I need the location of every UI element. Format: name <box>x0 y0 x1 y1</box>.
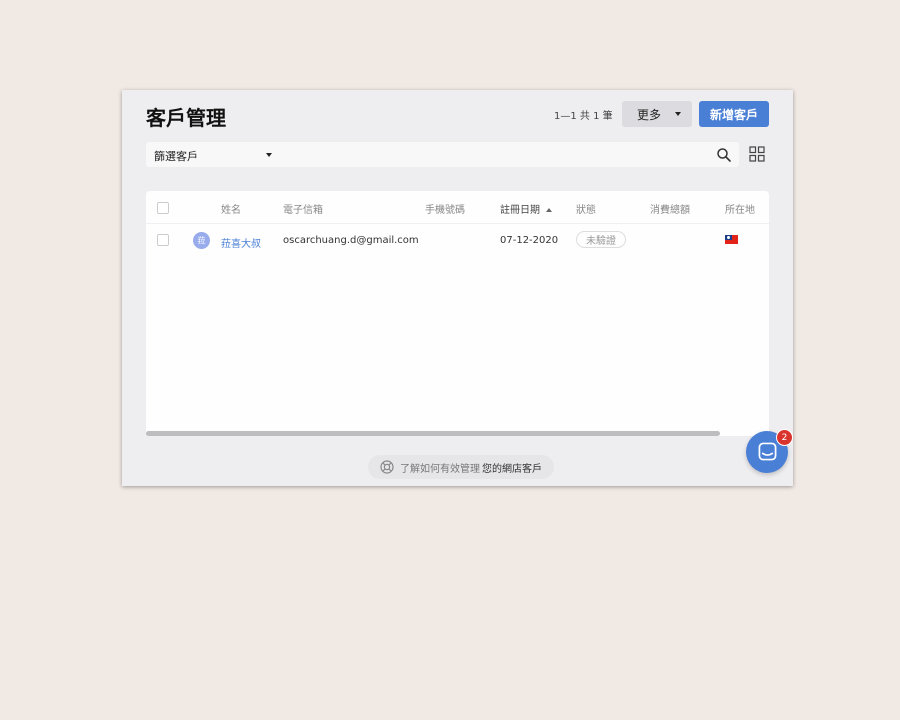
chat-icon <box>758 442 777 461</box>
customer-registered-date: 07-12-2020 <box>500 235 559 246</box>
avatar: 菈 <box>193 232 210 249</box>
customer-table: 姓名 電子信箱 手機號碼 註冊日期 狀態 消費總額 所在地 菈 菈喜大叔 osc… <box>146 191 769 436</box>
more-button-label: 更多 <box>636 107 661 122</box>
more-button[interactable]: 更多 <box>622 101 692 127</box>
row-checkbox[interactable] <box>157 234 169 246</box>
help-banner[interactable]: 了解如何有效管理 您的網店客戶 <box>368 455 554 479</box>
customer-email: oscarchuang.d@gmail.com <box>283 235 419 246</box>
pagination-info: 1—1 共 1 筆 <box>554 111 613 122</box>
page-title: 客戶管理 <box>146 106 226 130</box>
status-badge: 未驗證 <box>576 231 626 248</box>
column-header-status[interactable]: 狀態 <box>576 201 596 216</box>
chat-notification-badge: 2 <box>776 429 793 446</box>
filter-bar[interactable]: 篩選客戶 <box>146 142 739 167</box>
flag-sun <box>727 236 730 239</box>
column-header-email[interactable]: 電子信箱 <box>283 201 323 216</box>
table-header: 姓名 電子信箱 手機號碼 註冊日期 狀態 消費總額 所在地 <box>146 191 769 224</box>
grid-view-button[interactable] <box>746 143 768 165</box>
column-header-total[interactable]: 消費總額 <box>650 201 690 216</box>
select-all-checkbox[interactable] <box>157 202 169 214</box>
column-header-location[interactable]: 所在地 <box>725 201 755 216</box>
help-link[interactable]: 您的網店客戶 <box>482 460 542 475</box>
grid-view-icon <box>749 146 765 162</box>
horizontal-scrollbar[interactable] <box>146 431 720 436</box>
column-header-registered-label: 註冊日期 <box>500 205 540 216</box>
search-icon[interactable] <box>716 147 732 163</box>
add-customer-button[interactable]: 新增客戶 <box>699 101 769 127</box>
lifebuoy-icon <box>380 460 394 474</box>
column-header-registered[interactable]: 註冊日期 <box>500 201 552 216</box>
column-header-name[interactable]: 姓名 <box>221 201 241 216</box>
sort-ascending-icon <box>546 208 552 212</box>
caret-down-icon[interactable] <box>266 153 272 157</box>
customer-management-window: 客戶管理 1—1 共 1 筆 更多 新增客戶 篩選客戶 姓名 電子信箱 手機號碼… <box>122 90 793 486</box>
column-header-phone[interactable]: 手機號碼 <box>425 201 465 216</box>
customer-name-link[interactable]: 菈喜大叔 <box>221 235 261 250</box>
filter-customers-select[interactable]: 篩選客戶 <box>154 148 198 164</box>
caret-down-icon <box>675 112 681 116</box>
table-row[interactable]: 菈 菈喜大叔 oscarchuang.d@gmail.com 07-12-202… <box>146 224 769 256</box>
help-text: 了解如何有效管理 <box>400 463 480 475</box>
taiwan-flag-icon <box>725 235 738 244</box>
